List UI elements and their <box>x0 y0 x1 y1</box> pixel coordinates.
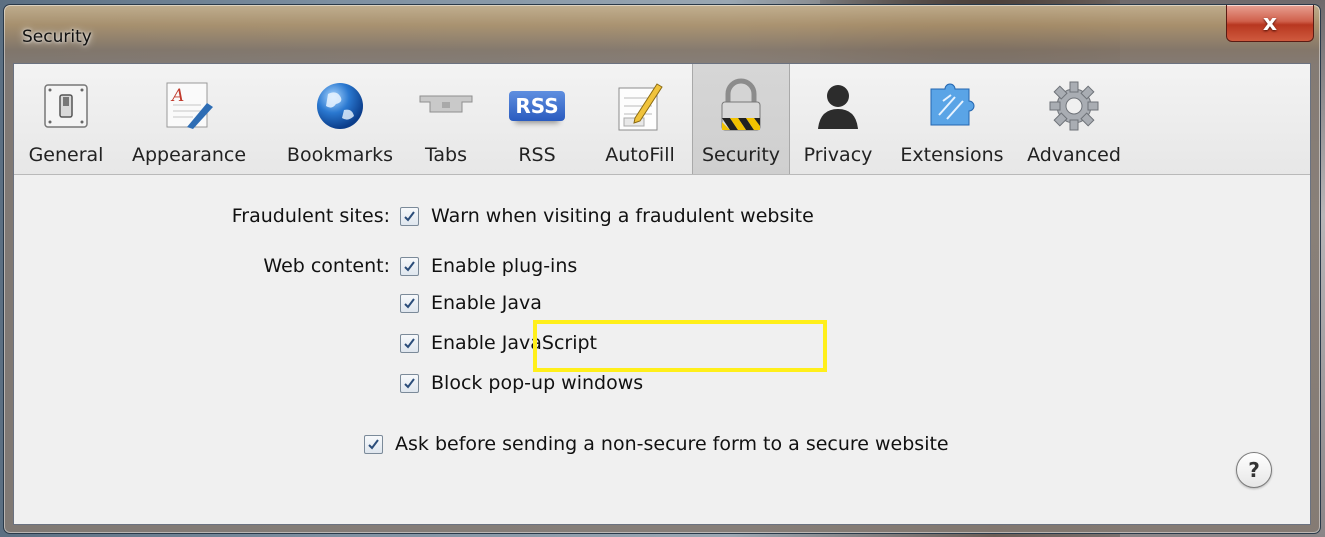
block-popups-checkbox[interactable] <box>400 373 419 393</box>
ask-nonsecure-row: Ask before sending a non-secure form to … <box>364 433 949 455</box>
fraudulent-sites-row: Fraudulent sites: Warn when visiting a f… <box>210 205 814 227</box>
title-bar[interactable]: Security x <box>4 5 1320 63</box>
checkmark-icon <box>404 210 415 222</box>
tab-bookmarks[interactable]: Bookmarks <box>276 64 404 174</box>
checkmark-icon <box>404 377 415 389</box>
puzzle-icon <box>924 78 980 134</box>
tab-security[interactable]: Security <box>692 64 790 174</box>
block-popups-label[interactable]: Block pop-up windows <box>431 372 643 394</box>
web-content-label: Web content: <box>263 255 390 277</box>
tab-extensions-label: Extensions <box>900 144 1004 166</box>
block-popups-row: Block pop-up windows <box>400 372 643 394</box>
web-content-row: Web content: Enable plug-ins <box>210 255 577 277</box>
tab-appearance-label: Appearance <box>131 144 247 166</box>
tab-rss[interactable]: RSS RSS <box>504 64 570 174</box>
preferences-toolbar: General A Appearance Bookmarks Tabs RSS … <box>14 64 1310 175</box>
tab-general[interactable]: General <box>29 64 103 174</box>
help-button[interactable]: ? <box>1236 452 1272 488</box>
enable-plugins-checkbox[interactable] <box>400 256 419 276</box>
close-button[interactable]: x <box>1226 5 1314 42</box>
tab-privacy[interactable]: Privacy <box>798 64 878 174</box>
fraudulent-sites-label: Fraudulent sites: <box>231 205 390 227</box>
tab-privacy-label: Privacy <box>803 144 873 166</box>
warn-fraudulent-checkbox[interactable] <box>400 206 419 226</box>
tab-advanced[interactable]: Advanced <box>1022 64 1126 174</box>
tab-extensions[interactable]: Extensions <box>896 64 1008 174</box>
tab-autofill-label: AutoFill <box>605 144 675 166</box>
checkmark-icon <box>404 297 415 309</box>
help-icon: ? <box>1248 458 1260 482</box>
tab-general-label: General <box>28 144 104 166</box>
svg-text:A: A <box>170 86 184 106</box>
rss-icon: RSS <box>509 78 565 134</box>
tab-security-label: Security <box>701 144 781 166</box>
ask-nonsecure-label[interactable]: Ask before sending a non-secure form to … <box>395 433 949 455</box>
rss-badge: RSS <box>509 91 565 121</box>
general-switch-icon <box>38 78 94 134</box>
enable-java-checkbox[interactable] <box>400 293 419 313</box>
person-silhouette-icon <box>810 78 866 134</box>
tab-bookmarks-label: Bookmarks <box>286 144 394 166</box>
warn-fraudulent-label[interactable]: Warn when visiting a fraudulent website <box>431 205 814 227</box>
tab-appearance[interactable]: A Appearance <box>126 64 252 174</box>
checkmark-icon <box>404 260 415 272</box>
tab-autofill[interactable]: AutoFill <box>596 64 684 174</box>
enable-java-row: Enable Java <box>400 292 542 314</box>
gear-icon <box>1046 78 1102 134</box>
enable-java-label[interactable]: Enable Java <box>431 292 542 314</box>
security-preferences-window: Security x General A Appearance Bookmark… <box>3 4 1321 534</box>
preferences-panel: General A Appearance Bookmarks Tabs RSS … <box>13 63 1311 525</box>
security-settings: Fraudulent sites: Warn when visiting a f… <box>14 175 1310 524</box>
ask-nonsecure-checkbox[interactable] <box>364 434 383 454</box>
tab-advanced-label: Advanced <box>1027 144 1121 166</box>
enable-plugins-label[interactable]: Enable plug-ins <box>431 255 577 277</box>
tabs-icon <box>418 78 474 134</box>
tab-rss-label: RSS <box>518 144 556 166</box>
tab-tabs[interactable]: Tabs <box>414 64 478 174</box>
appearance-icon: A <box>161 78 217 134</box>
checkmark-icon <box>404 337 415 349</box>
autofill-icon <box>612 78 668 134</box>
lock-icon <box>713 78 769 134</box>
highlight-box <box>533 320 827 372</box>
tab-tabs-label: Tabs <box>424 144 468 166</box>
globe-icon <box>312 78 368 134</box>
enable-javascript-checkbox[interactable] <box>400 333 419 353</box>
window-title: Security <box>22 27 92 47</box>
close-icon: x <box>1262 10 1278 36</box>
checkmark-icon <box>368 438 379 450</box>
